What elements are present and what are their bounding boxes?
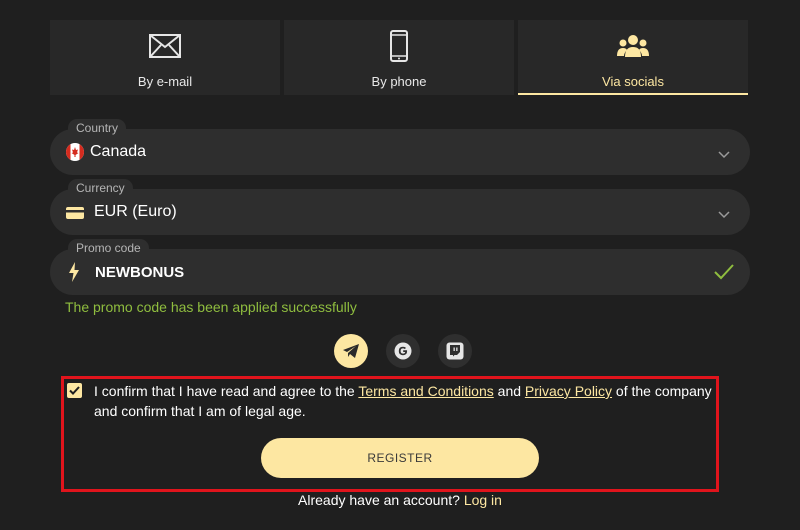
- login-link[interactable]: Log in: [464, 492, 502, 508]
- currency-select[interactable]: EUR (Euro): [50, 189, 750, 235]
- privacy-policy-link[interactable]: Privacy Policy: [525, 383, 612, 399]
- country-value: Canada: [90, 143, 147, 160]
- phone-icon: [389, 30, 409, 62]
- confirm-text-part: I confirm that I have read and agree to …: [94, 383, 359, 399]
- google-button[interactable]: [386, 334, 420, 368]
- registration-method-tabs: By e-mail By phone Via socials: [50, 20, 748, 95]
- terms-confirmation-text: I confirm that I have read and agree to …: [94, 381, 714, 421]
- card-icon: [66, 206, 84, 224]
- lightning-icon: [68, 262, 80, 287]
- currency-value: EUR (Euro): [94, 203, 177, 220]
- terms-checkbox[interactable]: [67, 383, 82, 398]
- tab-by-phone[interactable]: By phone: [284, 20, 514, 95]
- login-prompt-text: Already have an account?: [298, 492, 464, 508]
- promo-success-message: The promo code has been applied successf…: [65, 299, 357, 315]
- twitch-icon: [446, 342, 464, 360]
- tab-label: By phone: [371, 74, 427, 89]
- checkmark-icon: [69, 386, 80, 395]
- login-prompt: Already have an account? Log in: [0, 492, 800, 508]
- tab-by-email[interactable]: By e-mail: [50, 20, 280, 95]
- tab-label: Via socials: [602, 74, 664, 89]
- country-label: Country: [68, 119, 127, 137]
- promo-code-input[interactable]: NEWBONUS: [50, 249, 750, 295]
- register-button[interactable]: REGISTER: [261, 438, 539, 478]
- terms-and-conditions-link[interactable]: Terms and Conditions: [358, 383, 493, 399]
- social-login-buttons: [334, 334, 472, 368]
- country-select[interactable]: Canada: [50, 129, 750, 175]
- chevron-down-icon: [718, 146, 730, 164]
- promo-code-value: NEWBONUS: [95, 263, 185, 281]
- currency-label: Currency: [68, 179, 133, 197]
- telegram-button[interactable]: [334, 334, 368, 368]
- users-icon: [617, 30, 649, 62]
- confirm-text-part: and: [493, 383, 525, 399]
- google-icon: [394, 342, 412, 360]
- tab-via-socials[interactable]: Via socials: [518, 20, 748, 95]
- chevron-down-icon: [718, 206, 730, 224]
- twitch-button[interactable]: [438, 334, 472, 368]
- promo-code-label: Promo code: [68, 239, 149, 257]
- canada-flag-icon: [66, 143, 84, 161]
- checkmark-icon: [714, 264, 734, 285]
- tab-label: By e-mail: [137, 74, 193, 89]
- telegram-icon: [343, 344, 359, 358]
- envelope-icon: [149, 30, 181, 62]
